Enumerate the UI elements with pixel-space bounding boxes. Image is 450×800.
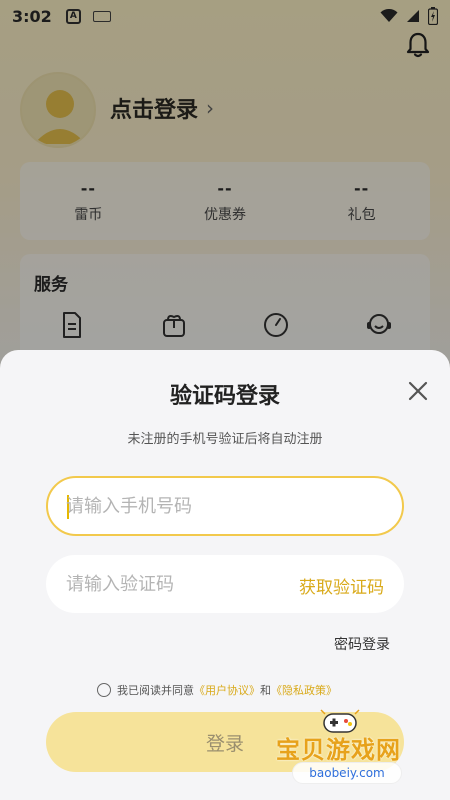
sheet-subtitle: 未注册的手机号验证后将自动注册 bbox=[127, 432, 323, 447]
code-field[interactable]: 获取验证码 bbox=[46, 555, 404, 613]
user-agreement-link[interactable]: 《用户协议》 bbox=[194, 682, 260, 698]
agreement-checkbox[interactable] bbox=[97, 683, 111, 697]
phone-field[interactable] bbox=[46, 476, 404, 536]
password-login-link[interactable]: 密码登录 bbox=[334, 634, 390, 654]
privacy-policy-link[interactable]: 《隐私政策》 bbox=[271, 682, 337, 698]
watermark-title: 宝贝游戏网 bbox=[276, 736, 401, 764]
agreement-and: 和 bbox=[260, 684, 271, 697]
verification-code-input[interactable] bbox=[66, 555, 286, 613]
watermark-url: baobeiy.com bbox=[292, 762, 402, 784]
close-icon[interactable] bbox=[405, 378, 431, 404]
agreement-row: 我已阅读并同意 《用户协议》 和 《隐私政策》 bbox=[97, 682, 337, 698]
sheet-title: 验证码登录 bbox=[169, 384, 280, 409]
phone-input[interactable] bbox=[66, 478, 386, 534]
watermark: 宝贝游戏网 baobeiy.com bbox=[276, 706, 426, 788]
agreement-prefix: 我已阅读并同意 bbox=[117, 684, 194, 697]
get-code-button[interactable]: 获取验证码 bbox=[299, 573, 384, 598]
